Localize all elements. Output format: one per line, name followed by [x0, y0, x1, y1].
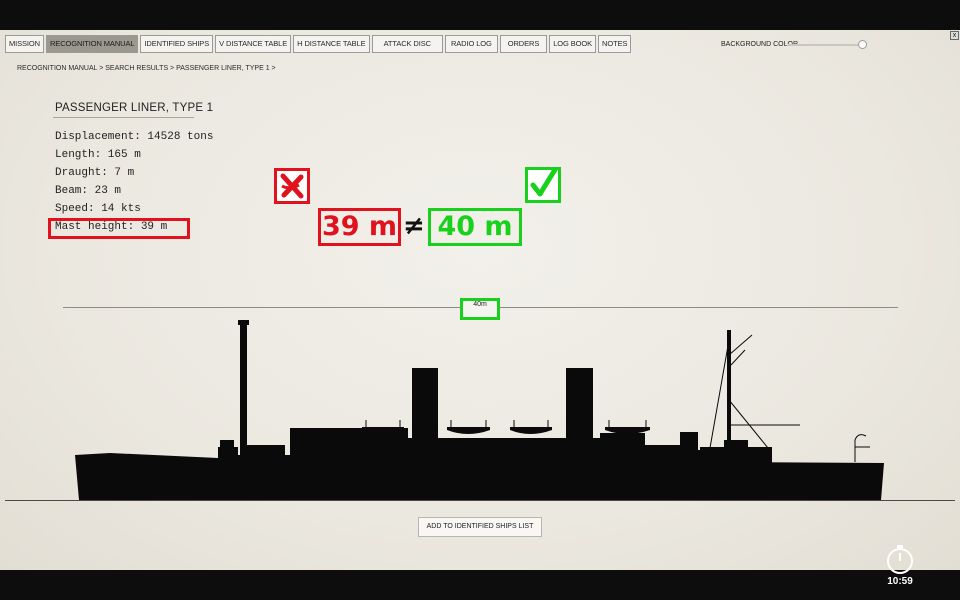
- mission-timer: 10:59: [887, 576, 913, 587]
- ship-silhouette: [75, 320, 884, 500]
- stopwatch-icon: [884, 543, 916, 575]
- waterline: [5, 500, 955, 501]
- add-to-identified-ships-button[interactable]: Add to Identified Ships List: [418, 517, 542, 537]
